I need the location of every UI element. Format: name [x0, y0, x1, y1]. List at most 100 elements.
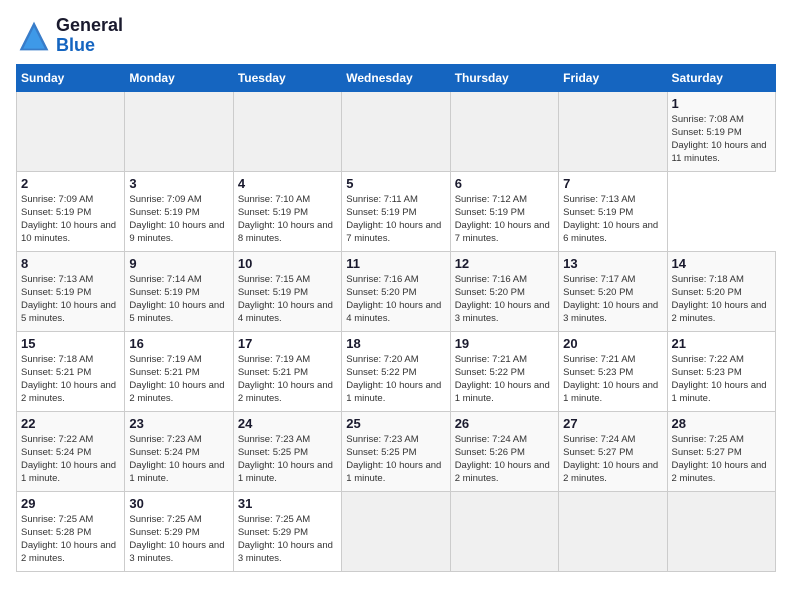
day-cell-26: 26 Sunrise: 7:24 AMSunset: 5:26 PMDayligh… [450, 411, 558, 491]
day-cell-7: 7Sunrise: 7:13 AMSunset: 5:19 PMDaylight… [559, 171, 667, 251]
day-number: 18 [346, 336, 445, 351]
day-number: 7 [563, 176, 662, 191]
calendar-week-2: 2Sunrise: 7:09 AMSunset: 5:19 PMDaylight… [17, 171, 776, 251]
day-cell-31: 31 Sunrise: 7:25 AMSunset: 5:29 PMDayligh… [233, 491, 341, 571]
day-info: Sunrise: 7:23 AMSunset: 5:25 PMDaylight:… [238, 433, 337, 486]
col-header-saturday: Saturday [667, 64, 775, 91]
day-info: Sunrise: 7:22 AMSunset: 5:23 PMDaylight:… [672, 353, 771, 406]
col-header-sunday: Sunday [17, 64, 125, 91]
day-cell-24: 24 Sunrise: 7:23 AMSunset: 5:25 PMDayligh… [233, 411, 341, 491]
day-info: Sunrise: 7:16 AMSunset: 5:20 PMDaylight:… [346, 273, 445, 326]
day-info: Sunrise: 7:22 AMSunset: 5:24 PMDaylight:… [21, 433, 120, 486]
day-number: 5 [346, 176, 445, 191]
day-info: Sunrise: 7:23 AMSunset: 5:24 PMDaylight:… [129, 433, 228, 486]
day-number: 14 [672, 256, 771, 271]
day-cell-4: 4 Sunrise: 7:10 AMSunset: 5:19 PMDaylight… [233, 171, 341, 251]
day-cell-27: 27 Sunrise: 7:24 AMSunset: 5:27 PMDayligh… [559, 411, 667, 491]
day-info: Sunrise: 7:10 AMSunset: 5:19 PMDaylight:… [238, 193, 337, 246]
day-number: 28 [672, 416, 771, 431]
day-cell-2: 2Sunrise: 7:09 AMSunset: 5:19 PMDaylight… [17, 171, 125, 251]
day-number: 29 [21, 496, 120, 511]
day-cell-11: 11 Sunrise: 7:16 AMSunset: 5:20 PMDayligh… [342, 251, 450, 331]
day-number: 24 [238, 416, 337, 431]
day-info: Sunrise: 7:25 AMSunset: 5:27 PMDaylight:… [672, 433, 771, 486]
day-number: 12 [455, 256, 554, 271]
col-header-monday: Monday [125, 64, 233, 91]
page-header: General Blue [16, 16, 776, 56]
empty-cell [342, 91, 450, 171]
calendar-week-1: 1Sunrise: 7:08 AMSunset: 5:19 PMDaylight… [17, 91, 776, 171]
day-info: Sunrise: 7:21 AMSunset: 5:22 PMDaylight:… [455, 353, 554, 406]
day-cell-5: 5Sunrise: 7:11 AMSunset: 5:19 PMDaylight… [342, 171, 450, 251]
day-info: Sunrise: 7:25 AMSunset: 5:28 PMDaylight:… [21, 513, 120, 566]
day-cell-17: 17Sunrise: 7:19 AMSunset: 5:21 PMDayligh… [233, 331, 341, 411]
day-info: Sunrise: 7:16 AMSunset: 5:20 PMDaylight:… [455, 273, 554, 326]
day-cell-12: 12 Sunrise: 7:16 AMSunset: 5:20 PMDayligh… [450, 251, 558, 331]
day-number: 22 [21, 416, 120, 431]
calendar-body: 1Sunrise: 7:08 AMSunset: 5:19 PMDaylight… [17, 91, 776, 571]
logo-icon [16, 18, 52, 54]
day-info: Sunrise: 7:17 AMSunset: 5:20 PMDaylight:… [563, 273, 662, 326]
empty-cell [450, 491, 558, 571]
calendar-header: SundayMondayTuesdayWednesdayThursdayFrid… [17, 64, 776, 91]
day-number: 31 [238, 496, 337, 511]
day-info: Sunrise: 7:19 AMSunset: 5:21 PMDaylight:… [129, 353, 228, 406]
day-cell-8: 8 Sunrise: 7:13 AMSunset: 5:19 PMDaylight… [17, 251, 125, 331]
day-cell-19: 19 Sunrise: 7:21 AMSunset: 5:22 PMDayligh… [450, 331, 558, 411]
day-number: 19 [455, 336, 554, 351]
day-number: 30 [129, 496, 228, 511]
calendar-week-6: 29 Sunrise: 7:25 AMSunset: 5:28 PMDayligh… [17, 491, 776, 571]
day-number: 8 [21, 256, 120, 271]
empty-cell [667, 491, 775, 571]
day-cell-21: 21Sunrise: 7:22 AMSunset: 5:23 PMDayligh… [667, 331, 775, 411]
day-info: Sunrise: 7:12 AMSunset: 5:19 PMDaylight:… [455, 193, 554, 246]
day-number: 4 [238, 176, 337, 191]
day-number: 11 [346, 256, 445, 271]
day-number: 23 [129, 416, 228, 431]
day-cell-16: 16 Sunrise: 7:19 AMSunset: 5:21 PMDayligh… [125, 331, 233, 411]
day-number: 16 [129, 336, 228, 351]
logo-text-general: General [56, 16, 123, 36]
day-cell-18: 18 Sunrise: 7:20 AMSunset: 5:22 PMDayligh… [342, 331, 450, 411]
calendar-week-3: 8 Sunrise: 7:13 AMSunset: 5:19 PMDaylight… [17, 251, 776, 331]
day-info: Sunrise: 7:09 AMSunset: 5:19 PMDaylight:… [129, 193, 228, 246]
calendar-table: SundayMondayTuesdayWednesdayThursdayFrid… [16, 64, 776, 572]
day-cell-29: 29 Sunrise: 7:25 AMSunset: 5:28 PMDayligh… [17, 491, 125, 571]
empty-cell [559, 491, 667, 571]
day-info: Sunrise: 7:25 AMSunset: 5:29 PMDaylight:… [129, 513, 228, 566]
day-cell-14: 14 Sunrise: 7:18 AMSunset: 5:20 PMDayligh… [667, 251, 775, 331]
day-cell-28: 28 Sunrise: 7:25 AMSunset: 5:27 PMDayligh… [667, 411, 775, 491]
day-info: Sunrise: 7:13 AMSunset: 5:19 PMDaylight:… [21, 273, 120, 326]
day-number: 10 [238, 256, 337, 271]
day-number: 26 [455, 416, 554, 431]
empty-cell [17, 91, 125, 171]
day-number: 20 [563, 336, 662, 351]
day-cell-20: 20Sunrise: 7:21 AMSunset: 5:23 PMDayligh… [559, 331, 667, 411]
empty-cell [559, 91, 667, 171]
day-info: Sunrise: 7:15 AMSunset: 5:19 PMDaylight:… [238, 273, 337, 326]
day-info: Sunrise: 7:24 AMSunset: 5:26 PMDaylight:… [455, 433, 554, 486]
day-info: Sunrise: 7:19 AMSunset: 5:21 PMDaylight:… [238, 353, 337, 406]
day-cell-23: 23 Sunrise: 7:23 AMSunset: 5:24 PMDayligh… [125, 411, 233, 491]
day-info: Sunrise: 7:14 AMSunset: 5:19 PMDaylight:… [129, 273, 228, 326]
day-info: Sunrise: 7:24 AMSunset: 5:27 PMDaylight:… [563, 433, 662, 486]
day-number: 27 [563, 416, 662, 431]
day-info: Sunrise: 7:09 AMSunset: 5:19 PMDaylight:… [21, 193, 120, 246]
day-info: Sunrise: 7:20 AMSunset: 5:22 PMDaylight:… [346, 353, 445, 406]
day-number: 15 [21, 336, 120, 351]
calendar-week-4: 15 Sunrise: 7:18 AMSunset: 5:21 PMDayligh… [17, 331, 776, 411]
col-header-thursday: Thursday [450, 64, 558, 91]
empty-cell [342, 491, 450, 571]
day-info: Sunrise: 7:18 AMSunset: 5:20 PMDaylight:… [672, 273, 771, 326]
day-info: Sunrise: 7:23 AMSunset: 5:25 PMDaylight:… [346, 433, 445, 486]
empty-cell [233, 91, 341, 171]
day-info: Sunrise: 7:18 AMSunset: 5:21 PMDaylight:… [21, 353, 120, 406]
day-info: Sunrise: 7:25 AMSunset: 5:29 PMDaylight:… [238, 513, 337, 566]
empty-cell [450, 91, 558, 171]
empty-cell [125, 91, 233, 171]
day-cell-15: 15 Sunrise: 7:18 AMSunset: 5:21 PMDayligh… [17, 331, 125, 411]
logo: General Blue [16, 16, 123, 56]
day-cell-10: 10 Sunrise: 7:15 AMSunset: 5:19 PMDayligh… [233, 251, 341, 331]
day-cell-6: 6Sunrise: 7:12 AMSunset: 5:19 PMDaylight… [450, 171, 558, 251]
day-number: 25 [346, 416, 445, 431]
